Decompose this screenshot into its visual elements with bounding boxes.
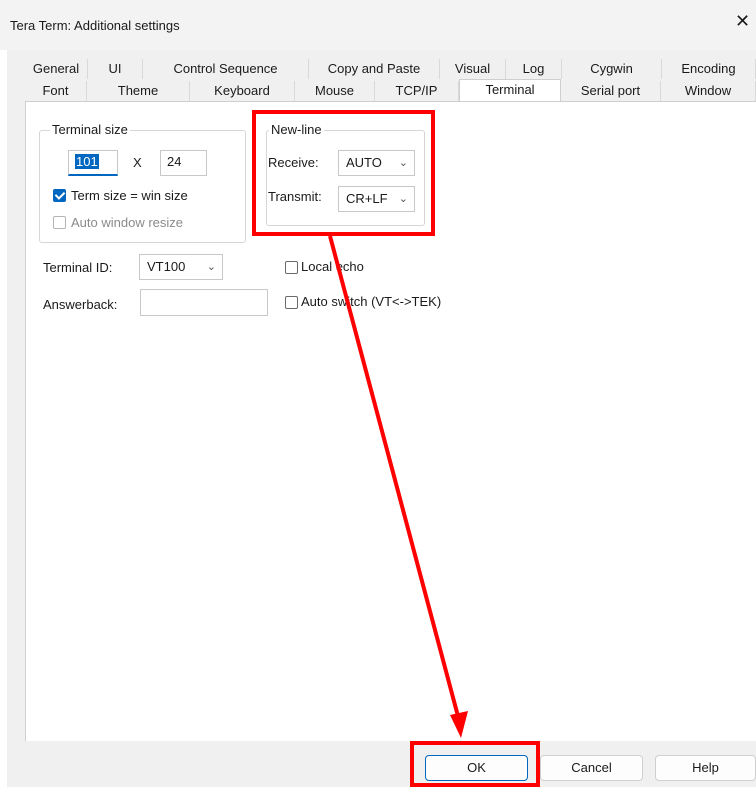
answerback-input[interactable] <box>140 289 268 316</box>
terminal-width-input[interactable]: 101 <box>68 150 118 176</box>
tab-copy-and-paste[interactable]: Copy and Paste <box>309 59 440 79</box>
term-size-checkbox[interactable] <box>53 189 66 202</box>
chevron-down-icon: ⌄ <box>398 193 408 205</box>
auto-window-resize-checkbox[interactable] <box>53 216 66 229</box>
tab-visual[interactable]: Visual <box>440 59 506 79</box>
tab-ui[interactable]: UI <box>88 59 143 79</box>
auto-switch-label: Auto switch (VT<->TEK) <box>301 294 442 309</box>
answerback-label: Answerback: <box>43 297 118 312</box>
cancel-button[interactable]: Cancel <box>540 755 643 781</box>
tab-terminal[interactable]: Terminal <box>459 79 561 101</box>
tab-row-1: General UI Control Sequence Copy and Pas… <box>25 59 756 79</box>
tab-font[interactable]: Font <box>25 81 87 101</box>
terminal-id-label: Terminal ID: <box>43 260 113 275</box>
transmit-value: CR+LF <box>346 191 388 206</box>
close-icon[interactable]: ✕ <box>735 11 750 32</box>
terminal-size-legend: Terminal size <box>50 122 130 137</box>
term-size-label: Term size = win size <box>71 188 188 203</box>
help-button[interactable]: Help <box>655 755 756 781</box>
transmit-label: Transmit: <box>268 189 322 204</box>
terminal-id-value: VT100 <box>147 259 186 274</box>
receive-select[interactable]: AUTO ⌄ <box>338 150 415 176</box>
ok-button[interactable]: OK <box>425 755 528 781</box>
title-bar: Tera Term: Additional settings ✕ <box>0 0 756 50</box>
chevron-down-icon: ⌄ <box>206 261 216 273</box>
newline-legend: New-line <box>269 122 324 137</box>
terminal-height-input[interactable]: 24 <box>160 150 207 176</box>
local-echo-label: Local echo <box>301 259 364 274</box>
tab-mouse[interactable]: Mouse <box>295 81 375 101</box>
window-left-edge <box>0 0 7 787</box>
tab-encoding[interactable]: Encoding <box>662 59 756 79</box>
receive-value: AUTO <box>346 155 382 170</box>
terminal-width-value: 101 <box>75 154 99 169</box>
terminal-id-select[interactable]: VT100 ⌄ <box>139 254 223 280</box>
tab-cygwin[interactable]: Cygwin <box>562 59 662 79</box>
size-x-label: X <box>133 155 142 170</box>
auto-switch-checkbox[interactable] <box>285 296 298 309</box>
terminal-tab-panel: Terminal size 101 X 24 Term size = win s… <box>25 101 756 741</box>
auto-window-resize-label: Auto window resize <box>71 215 183 230</box>
window-title: Tera Term: Additional settings <box>10 18 180 33</box>
transmit-select[interactable]: CR+LF ⌄ <box>338 186 415 212</box>
receive-label: Receive: <box>268 155 319 170</box>
tab-keyboard[interactable]: Keyboard <box>190 81 295 101</box>
tab-general[interactable]: General <box>25 59 88 79</box>
tab-control-sequence[interactable]: Control Sequence <box>143 59 309 79</box>
tab-log[interactable]: Log <box>506 59 562 79</box>
tab-tcpip[interactable]: TCP/IP <box>375 81 459 101</box>
tab-row-2: Font Theme Keyboard Mouse TCP/IP Termina… <box>25 79 756 101</box>
tab-theme[interactable]: Theme <box>87 81 190 101</box>
chevron-down-icon: ⌄ <box>398 157 408 169</box>
tab-serial-port[interactable]: Serial port <box>561 81 661 101</box>
local-echo-checkbox[interactable] <box>285 261 298 274</box>
tab-window[interactable]: Window <box>661 81 756 101</box>
